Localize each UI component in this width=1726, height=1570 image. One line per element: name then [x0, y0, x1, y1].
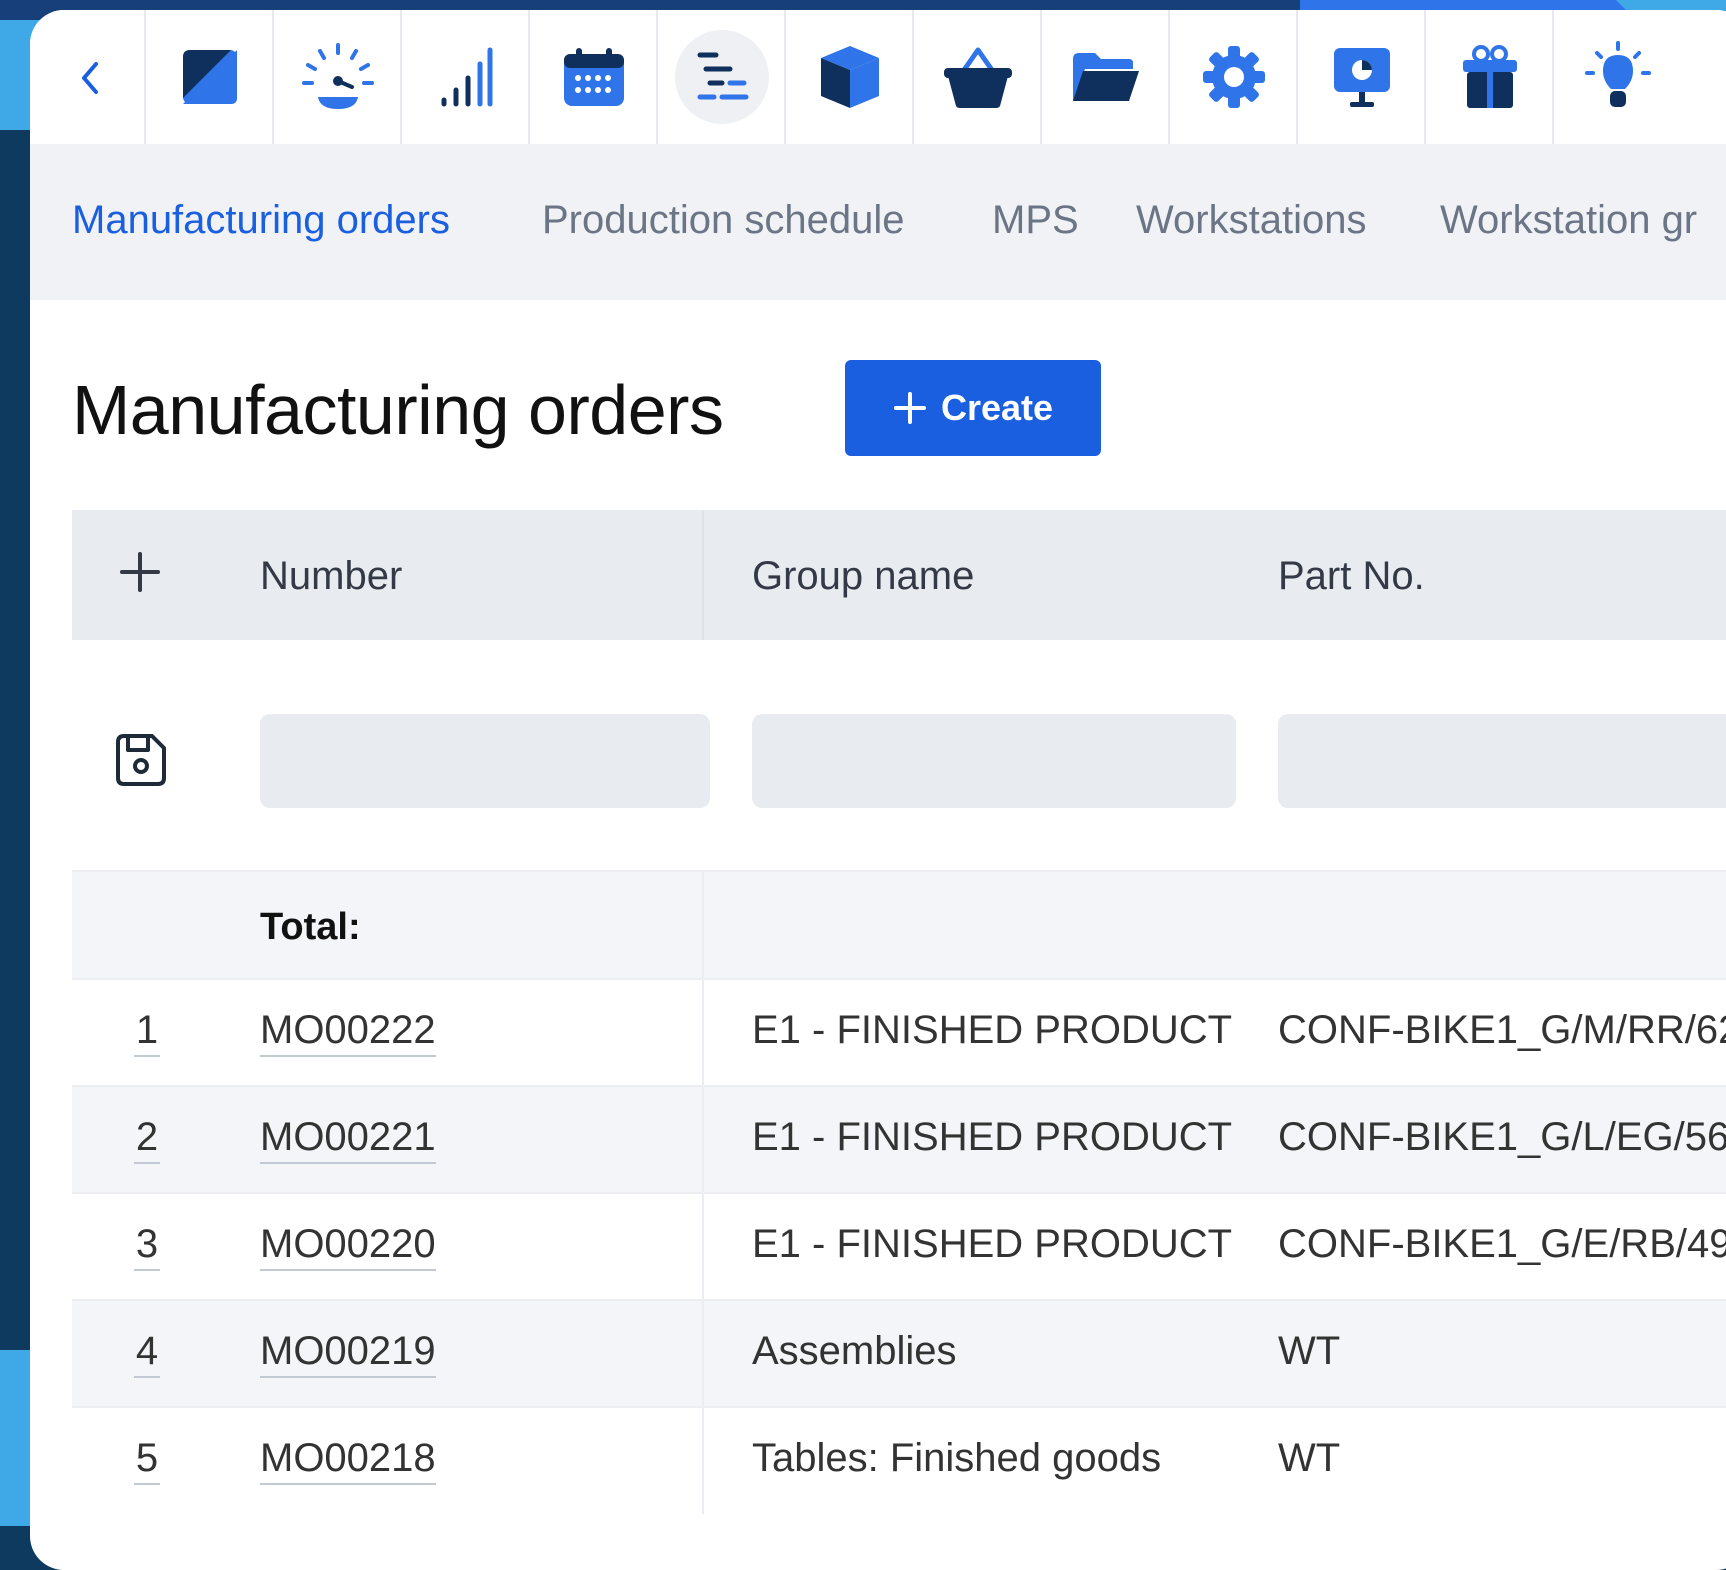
table-row[interactable]: 3 MO00220 E1 - FINISHED PRODUCT CONF-BIK… — [72, 1192, 1726, 1300]
signal-bars-icon[interactable] — [400, 10, 530, 144]
dashboard-gauge-icon[interactable] — [272, 10, 402, 144]
page-title: Manufacturing orders — [72, 371, 724, 449]
table-header: Number Group name Part No. — [72, 510, 1726, 640]
create-button-label: Create — [940, 387, 1054, 428]
column-separator — [702, 1408, 704, 1514]
total-label: Total: — [260, 906, 361, 948]
row-index[interactable]: 1 — [134, 1008, 160, 1057]
slash-square-icon[interactable] — [144, 10, 274, 144]
sub-navigation: Manufacturing orders Production schedule… — [30, 144, 1726, 300]
column-separator — [702, 872, 704, 980]
module-toolbar — [30, 10, 1726, 144]
column-separator — [702, 510, 704, 640]
create-button[interactable]: Create — [845, 360, 1101, 456]
column-separator — [702, 980, 704, 1086]
lightbulb-icon[interactable] — [1552, 10, 1682, 144]
gear-icon[interactable] — [1168, 10, 1298, 144]
column-header-group-name[interactable]: Group name — [752, 554, 974, 599]
order-number-link[interactable]: MO00221 — [260, 1115, 436, 1164]
order-number-link[interactable]: MO00219 — [260, 1329, 436, 1378]
folder-open-icon[interactable] — [1040, 10, 1170, 144]
group-name-cell: Tables: Finished goods — [752, 1436, 1162, 1480]
tab-mps[interactable]: MPS — [992, 198, 1079, 243]
group-name-cell: E1 - FINISHED PRODUCT — [752, 1008, 1233, 1052]
plus-icon — [893, 392, 926, 424]
group-name-cell: Assemblies — [752, 1329, 957, 1373]
column-header-number[interactable]: Number — [260, 554, 402, 599]
tab-production-schedule[interactable]: Production schedule — [542, 198, 904, 243]
table-row[interactable]: 4 MO00219 Assemblies WT — [72, 1299, 1726, 1407]
tab-workstations[interactable]: Workstations — [1136, 198, 1366, 243]
basket-icon[interactable] — [912, 10, 1042, 144]
order-number-link[interactable]: MO00222 — [260, 1008, 436, 1057]
group-name-cell: E1 - FINISHED PRODUCT — [752, 1222, 1233, 1266]
column-header-part-no[interactable]: Part No. — [1278, 554, 1425, 599]
part-no-filter-input[interactable] — [1278, 714, 1726, 808]
save-filter-icon[interactable] — [112, 732, 168, 788]
table-row[interactable]: 1 MO00222 E1 - FINISHED PRODUCT CONF-BIK… — [72, 978, 1726, 1086]
number-filter-input[interactable] — [260, 714, 710, 808]
tab-manufacturing-orders[interactable]: Manufacturing orders — [72, 198, 450, 243]
part-no-cell: CONF-BIKE1_G/L/EG/56 — [1278, 1115, 1726, 1159]
table-row[interactable]: 5 MO00218 Tables: Finished goods WT — [72, 1406, 1726, 1514]
cube-icon[interactable] — [784, 10, 914, 144]
table-row[interactable]: 2 MO00221 E1 - FINISHED PRODUCT CONF-BIK… — [72, 1085, 1726, 1193]
calendar-icon[interactable] — [528, 10, 658, 144]
column-separator — [702, 1194, 704, 1300]
part-no-cell: WT — [1278, 1436, 1341, 1480]
part-no-cell: WT — [1278, 1329, 1341, 1373]
group-name-cell: E1 - FINISHED PRODUCT — [752, 1115, 1233, 1159]
back-chevron-icon[interactable] — [70, 58, 110, 98]
filter-row — [72, 640, 1726, 870]
tab-workstation-groups[interactable]: Workstation gr — [1440, 198, 1697, 243]
order-number-link[interactable]: MO00220 — [260, 1222, 436, 1271]
order-number-link[interactable]: MO00218 — [260, 1436, 436, 1485]
list-lines-icon[interactable] — [656, 10, 786, 144]
app-window: Manufacturing orders Production schedule… — [30, 10, 1726, 1570]
row-index[interactable]: 4 — [134, 1329, 160, 1378]
group-name-filter-input[interactable] — [752, 714, 1236, 808]
row-index[interactable]: 5 — [134, 1436, 160, 1485]
presentation-chart-icon[interactable] — [1296, 10, 1426, 144]
column-separator — [702, 1087, 704, 1193]
row-index[interactable]: 2 — [134, 1115, 160, 1164]
total-row: Total: — [72, 870, 1726, 980]
gift-icon[interactable] — [1424, 10, 1554, 144]
part-no-cell: CONF-BIKE1_G/E/RB/49 — [1278, 1222, 1726, 1266]
row-index[interactable]: 3 — [134, 1222, 160, 1271]
part-no-cell: CONF-BIKE1_G/M/RR/62 — [1278, 1008, 1726, 1052]
add-column-icon[interactable] — [118, 550, 162, 594]
column-separator — [702, 1301, 704, 1407]
